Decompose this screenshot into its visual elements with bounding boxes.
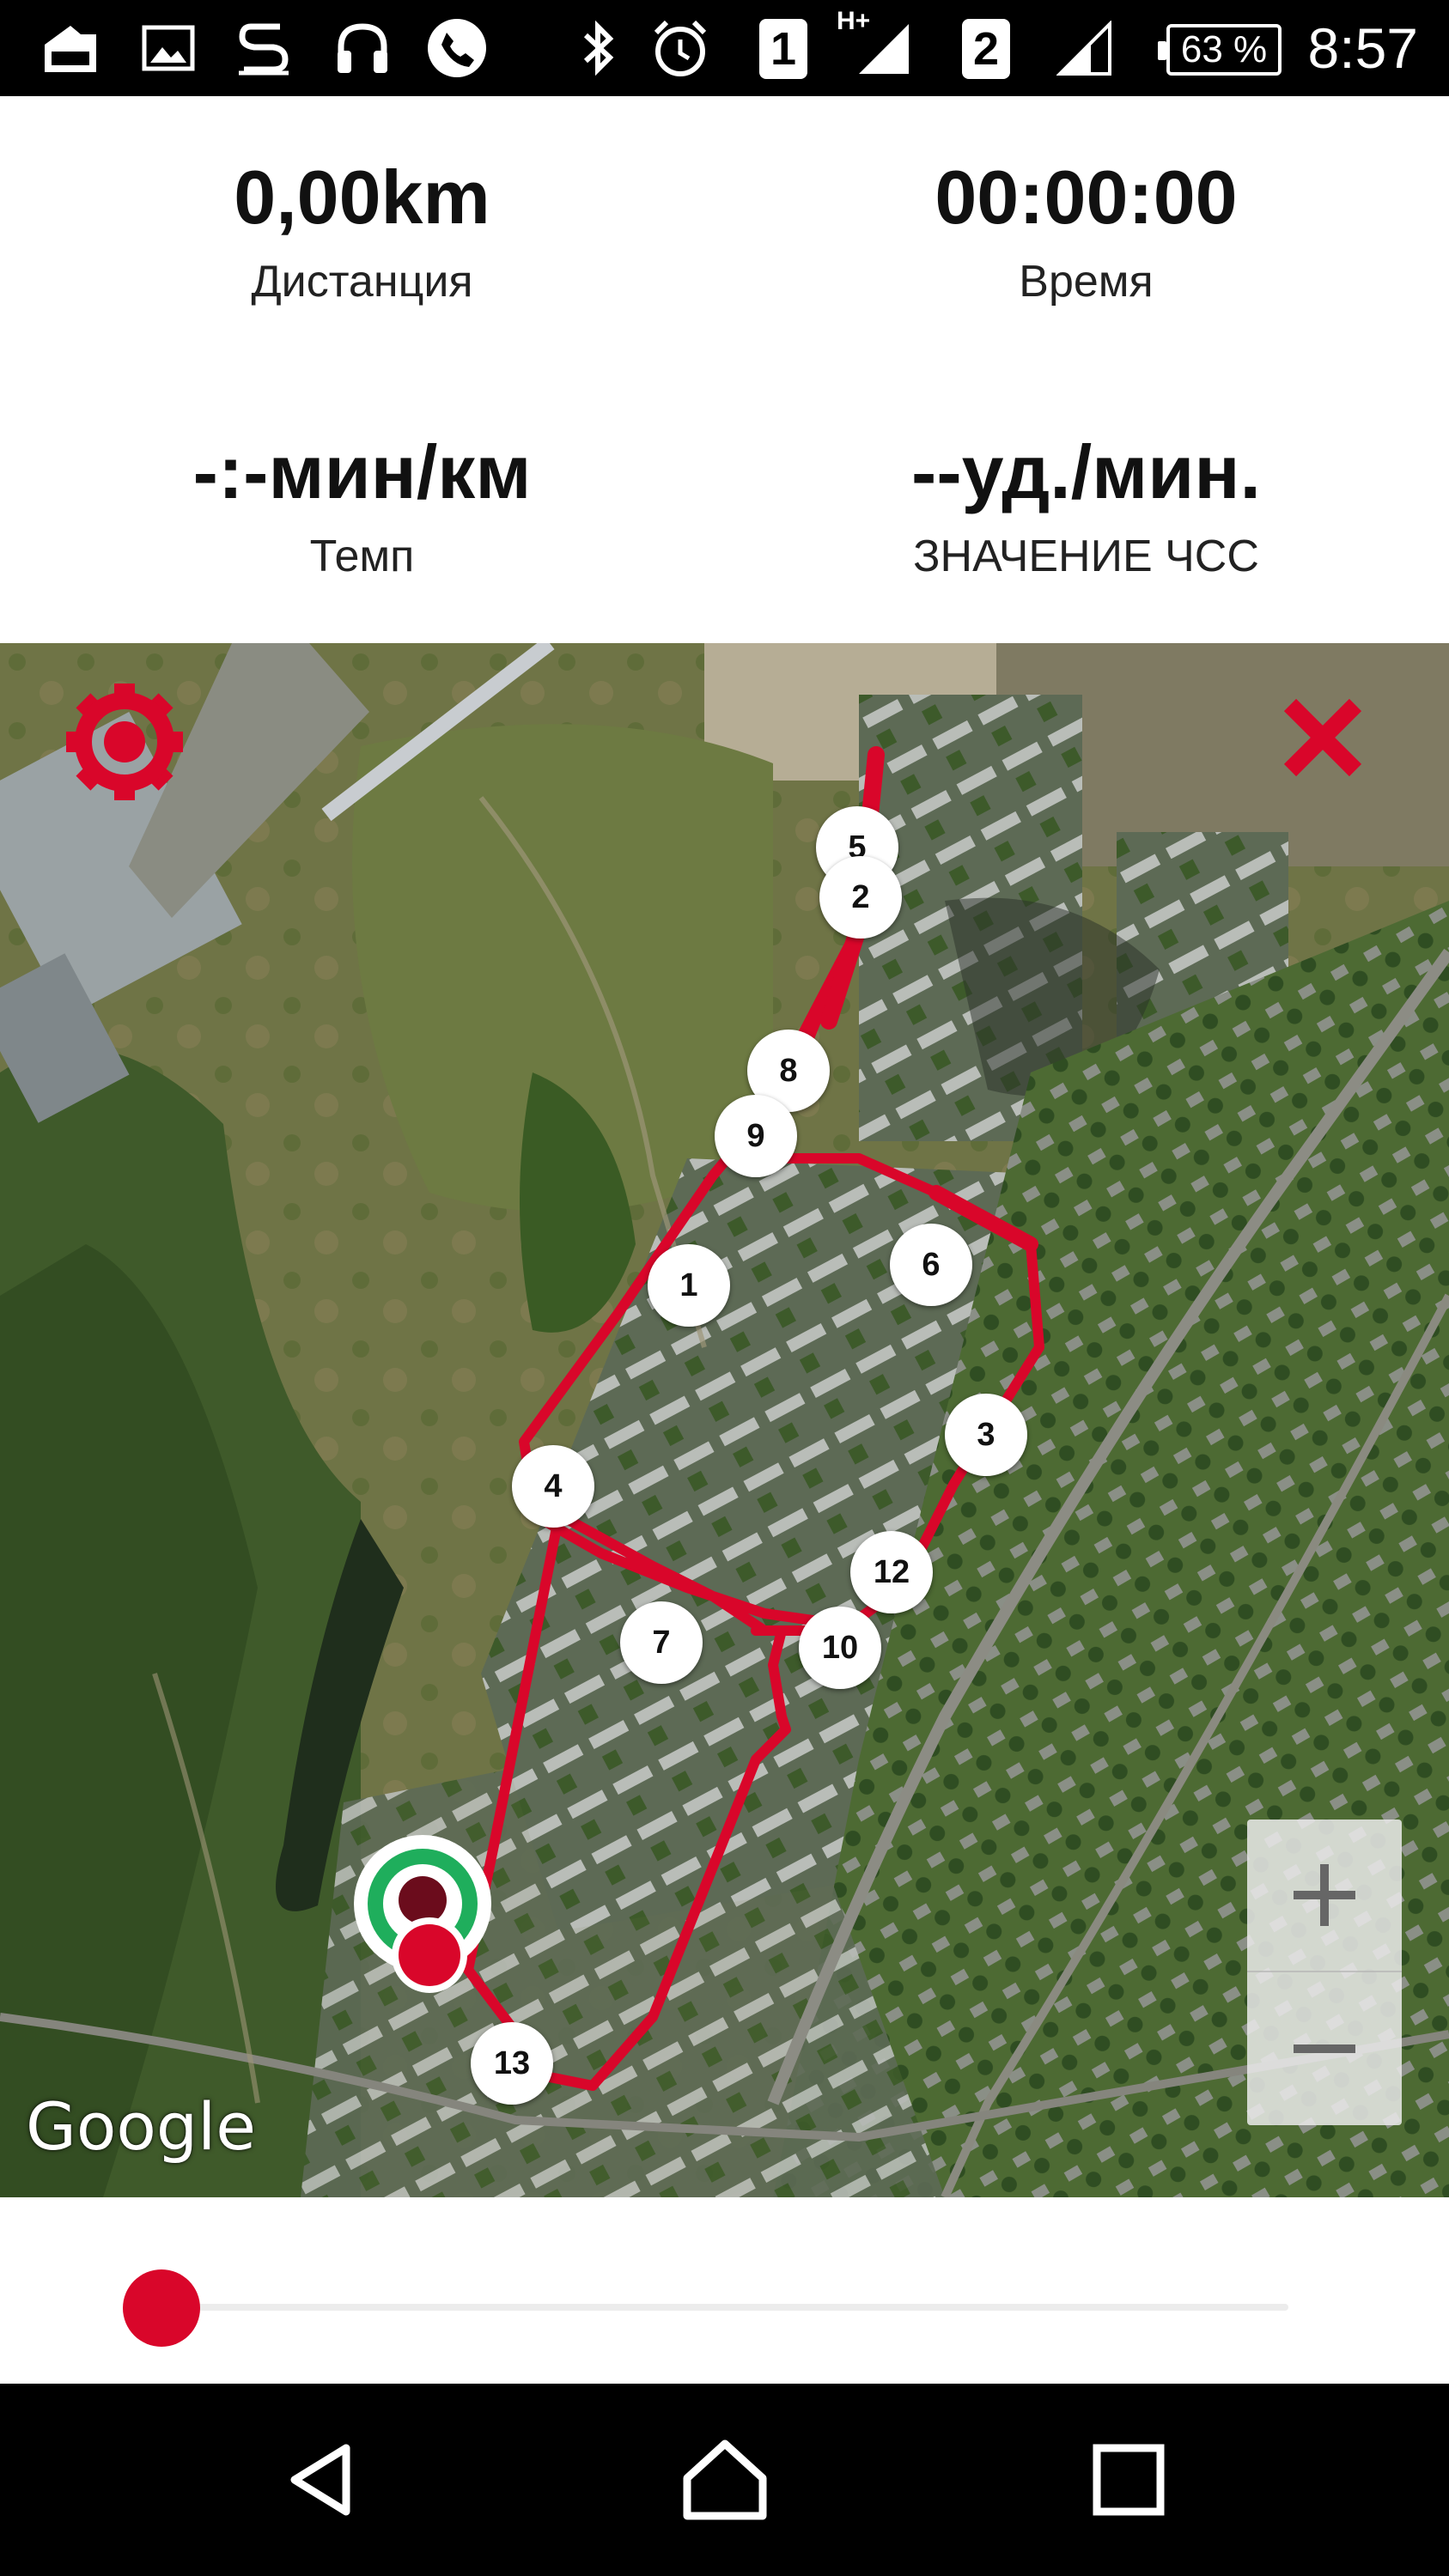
route-marker[interactable]: 3: [945, 1394, 1027, 1476]
route-marker[interactable]: 1: [648, 1244, 730, 1327]
route-marker[interactable]: 4: [512, 1445, 594, 1528]
pace-stat: -:-мин/км Темп: [0, 429, 724, 581]
time-stat: 00:00:00 Время: [724, 155, 1448, 307]
bluetooth-icon: [574, 0, 622, 96]
recents-icon: [1093, 2444, 1165, 2516]
distance-value: 0,00km: [234, 155, 490, 240]
zoom-out-button[interactable]: [1247, 1972, 1402, 2125]
route-marker[interactable]: 7: [620, 1601, 703, 1684]
home-button[interactable]: [639, 2384, 811, 2576]
battery-indicator: 63 %: [1158, 24, 1282, 76]
route-marker[interactable]: 13: [471, 2022, 553, 2105]
google-logo: Google: [26, 2088, 257, 2165]
recents-button[interactable]: [1043, 2384, 1215, 2576]
distance-label: Дистанция: [251, 257, 473, 307]
zoom-in-button[interactable]: [1247, 1820, 1402, 1972]
sim1-badge: 1: [759, 19, 807, 79]
current-location-pin[interactable]: [352, 1833, 498, 1996]
route-marker[interactable]: 2: [819, 856, 902, 939]
headphones-icon: [330, 0, 395, 96]
workout-stats-panel: 0,00km Дистанция 00:00:00 Время -:-мин/к…: [0, 96, 1449, 643]
download-icon: [36, 0, 105, 96]
settings-gear-icon[interactable]: [60, 677, 189, 806]
pace-label: Темп: [309, 532, 415, 581]
navigation-bar: [0, 2384, 1449, 2576]
heart-rate-value: --уд./мин.: [911, 429, 1261, 514]
pace-value: -:-мин/км: [192, 429, 532, 514]
playback-slider[interactable]: [0, 2197, 1449, 2384]
route-marker[interactable]: 12: [850, 1531, 933, 1613]
gallery-icon: [137, 0, 199, 96]
slider-thumb[interactable]: [123, 2269, 200, 2347]
satellite-map[interactable]: 5 2 8 9 1 6 3 4 12 7 10 13 Google: [0, 643, 1449, 2197]
time-value: 00:00:00: [935, 155, 1238, 240]
slider-track[interactable]: [161, 2304, 1288, 2311]
plus-icon: [1294, 1864, 1355, 1926]
clock: 8:57: [1307, 16, 1418, 80]
route-marker[interactable]: 9: [715, 1095, 797, 1177]
status-bar: 1 H+ 2 63 % 8:57: [0, 0, 1449, 96]
back-button[interactable]: [239, 2384, 411, 2576]
minus-icon: [1294, 2044, 1355, 2053]
route-marker[interactable]: 10: [799, 1607, 881, 1689]
time-label: Время: [1019, 257, 1154, 307]
app-s-icon: [234, 0, 294, 96]
close-icon[interactable]: [1280, 695, 1366, 781]
map-imagery: [0, 643, 1449, 2197]
back-icon: [290, 2444, 350, 2516]
phone-icon: [423, 0, 491, 96]
route-marker[interactable]: 6: [890, 1224, 972, 1306]
distance-stat: 0,00km Дистанция: [0, 155, 724, 307]
signal-icon: [852, 0, 916, 96]
heart-rate-label: ЗНАЧЕНИЕ ЧСС: [913, 532, 1259, 581]
home-icon: [683, 2439, 767, 2520]
zoom-control: [1247, 1820, 1402, 2125]
heart-rate-stat: --уд./мин. ЗНАЧЕНИЕ ЧСС: [724, 429, 1448, 581]
sim2-badge: 2: [962, 19, 1010, 79]
signal-icon: [1053, 0, 1117, 96]
alarm-icon: [646, 0, 715, 96]
